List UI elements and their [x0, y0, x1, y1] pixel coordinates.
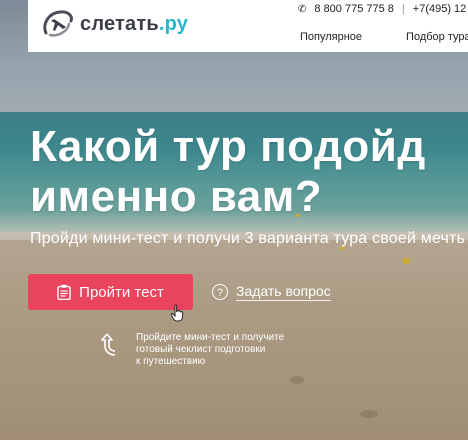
ask-question-link[interactable]: ? Задать вопрос	[212, 283, 331, 301]
phone-primary[interactable]: 8 800 775 775 8	[314, 3, 394, 15]
hint-line-2: готовый чеклист подготовки	[136, 344, 266, 355]
site-header: слетать.ру ✆ 8 800 775 775 8 | +7(495) 1…	[28, 0, 468, 52]
phone-separator: |	[401, 3, 405, 15]
question-circle-icon: ?	[212, 284, 228, 300]
phone-secondary[interactable]: +7(495) 12	[413, 3, 467, 15]
hint-text: Пройдите мини-тест и получите готовый че…	[136, 332, 284, 368]
curved-arrow-up-icon	[101, 333, 116, 356]
logo[interactable]: слетать.ру	[40, 4, 188, 44]
test-hint: Пройдите мини-тест и получите готовый че…	[100, 332, 284, 368]
main-nav: Популярное Подбор тура	[300, 31, 468, 43]
phone-numbers: ✆ 8 800 775 775 8 | +7(495) 12	[298, 3, 466, 15]
take-test-label: Пройти тест	[79, 283, 164, 301]
take-test-button[interactable]: Пройти тест	[28, 274, 193, 310]
logo-text: слетать.ру	[80, 12, 189, 35]
clipboard-icon	[57, 284, 71, 300]
hint-line-3: к путешествию	[136, 356, 206, 367]
hint-line-1: Пройдите мини-тест и получите	[136, 332, 285, 343]
plane-swirl-icon	[43, 10, 73, 37]
hand-pointer-icon	[170, 304, 184, 322]
headline-line-2: именно вам?	[30, 172, 323, 221]
hero-headline: Какой тур подойд именно вам?	[30, 122, 426, 222]
nav-item-popular[interactable]: Популярное	[300, 31, 362, 43]
hero-subheading: Пройди мини-тест и получи 3 варианта тур…	[30, 230, 466, 247]
headline-line-1: Какой тур подойд	[30, 122, 426, 171]
ask-question-label: Задать вопрос	[236, 283, 331, 301]
phone-icon: ✆	[298, 3, 307, 15]
nav-item-tour-selection[interactable]: Подбор тура	[406, 31, 468, 43]
